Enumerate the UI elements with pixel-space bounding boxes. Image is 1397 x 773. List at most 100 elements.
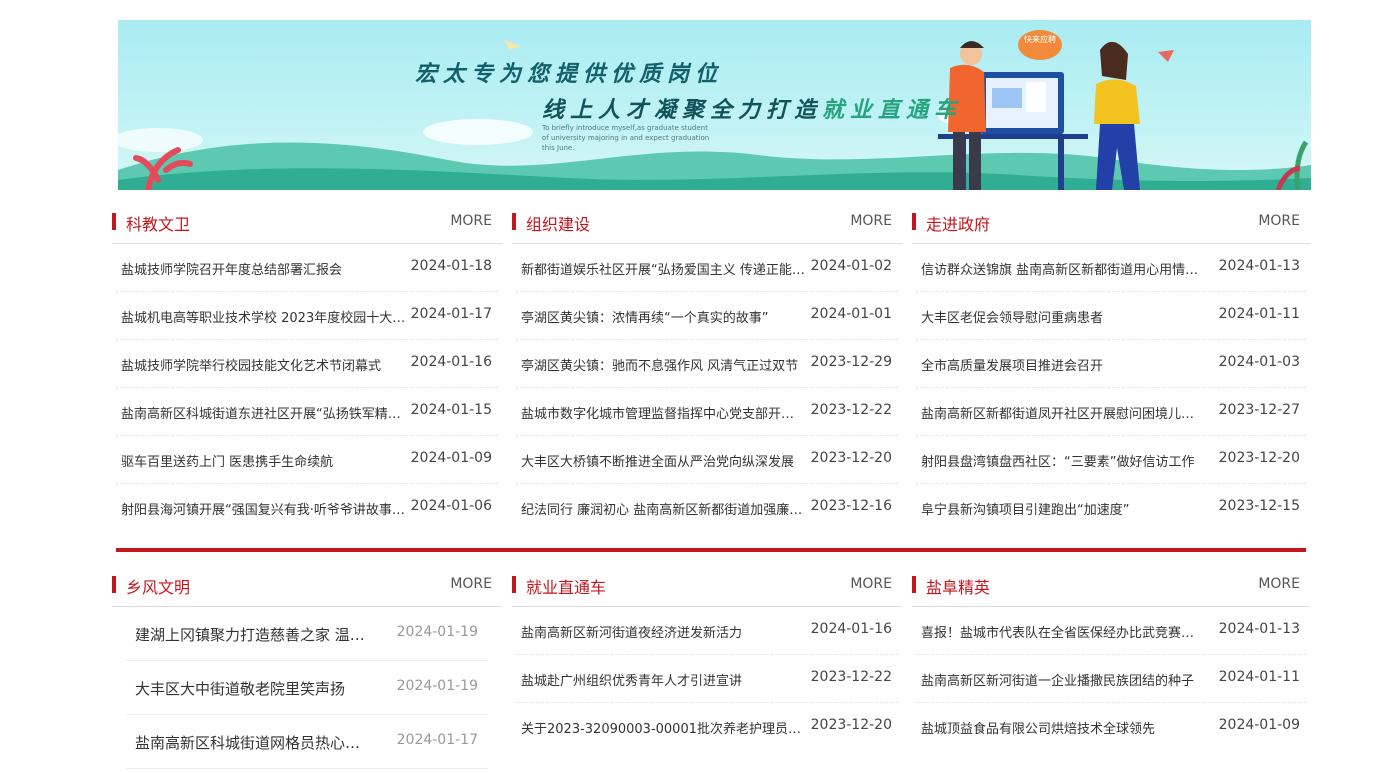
news-item[interactable]: 射阳县盘湾镇盘西社区：“三要素”做好信访工作 2023-12-20: [916, 436, 1306, 484]
news-item[interactable]: 盐南高新区新都街道凤开社区开展慰问困境儿童活动 2023-12-27: [916, 388, 1306, 436]
news-title[interactable]: 喜报！盐城市代表队在全省医保经办比武竞赛中获佳绩: [921, 622, 1207, 641]
more-link[interactable]: MORE: [1258, 213, 1300, 229]
banner-headline: 宏太专为您提供优质岗位: [415, 61, 724, 87]
news-item[interactable]: 盐南高新区新河街道夜经济迸发新活力 2024-01-16: [516, 607, 898, 655]
news-date: 2024-01-13: [1218, 621, 1300, 637]
section-title: 科教文卫: [126, 215, 191, 234]
news-item[interactable]: 盐城技师学院举行校园技能文化艺术节闭幕式 2024-01-16: [116, 340, 498, 388]
news-title[interactable]: 亭湖区黄尖镇：浓情再续“一个真实的故事”: [521, 307, 807, 326]
news-date: 2023-12-15: [1218, 498, 1300, 514]
more-link[interactable]: MORE: [850, 213, 892, 229]
news-title[interactable]: 盐城技师学院举行校园技能文化艺术节闭幕式: [121, 355, 407, 374]
news-title[interactable]: 全市高质量发展项目推进会召开: [921, 355, 1207, 374]
news-item[interactable]: 盐南高新区科城街道东进社区开展“弘扬铁军精神”活动 2024-01-15: [116, 388, 498, 436]
news-date: 2024-01-15: [410, 402, 492, 418]
news-item[interactable]: 盐城赴广州组织优秀青年人才引进宣讲 2023-12-22: [516, 655, 898, 703]
news-title[interactable]: 关于2023-32090003-00001批次养老护理员职业技能等级认定结果的公…: [521, 718, 807, 737]
news-title[interactable]: 纪法同行 廉润初心 盐南高新区新都街道加强廉政教育: [521, 499, 807, 518]
news-date: 2023-12-16: [810, 498, 892, 514]
news-title[interactable]: 盐南高新区新都街道凤开社区开展慰问困境儿童活动: [921, 403, 1207, 422]
news-date: 2024-01-17: [396, 732, 478, 748]
news-item[interactable]: 亭湖区黄尖镇：浓情再续“一个真实的故事” 2024-01-01: [516, 292, 898, 340]
section-title: 盐阜精英: [926, 578, 991, 597]
news-item[interactable]: 新都街道娱乐社区开展“弘扬爱国主义 传递正能量”活动 2024-01-02: [516, 244, 898, 292]
news-title[interactable]: 盐南高新区新河街道夜经济迸发新活力: [521, 622, 807, 641]
section-header: 走进政府 MORE: [912, 208, 1310, 244]
news-title[interactable]: 阜宁县新沟镇项目引建跑出“加速度”: [921, 499, 1207, 518]
section-title: 就业直通车: [526, 578, 607, 597]
news-date: 2024-01-01: [810, 306, 892, 322]
news-item[interactable]: 亭湖区黄尖镇：驰而不息强作风 风清气正过双节 2023-12-29: [516, 340, 898, 388]
news-title[interactable]: 射阳县盘湾镇盘西社区：“三要素”做好信访工作: [921, 451, 1207, 470]
news-item[interactable]: 关于2023-32090003-00001批次养老护理员职业技能等级认定结果的公…: [516, 703, 898, 751]
news-date: 2024-01-03: [1218, 354, 1300, 370]
news-date: 2024-01-18: [410, 258, 492, 274]
section-title: 乡风文明: [126, 578, 191, 597]
more-link[interactable]: MORE: [1258, 576, 1300, 592]
news-item[interactable]: 喜报！盐城市代表队在全省医保经办比武竞赛中获佳绩 2024-01-13: [916, 607, 1306, 655]
news-item[interactable]: 建湖上冈镇聚力打造慈善之家 温暖人心 2024-01-19: [126, 607, 488, 661]
news-date: 2023-12-20: [810, 450, 892, 466]
banner-subheadline-main: 线上人才凝聚全力打造: [542, 97, 823, 123]
news-list: 新都街道娱乐社区开展“弘扬爱国主义 传递正能量”活动 2024-01-02 亭湖区…: [512, 244, 902, 532]
news-title[interactable]: 盐南高新区科城街道东进社区开展“弘扬铁军精神”活动: [121, 403, 407, 422]
section-science-education: 科教文卫 MORE 盐城技师学院召开年度总结部署汇报会 2024-01-18 盐城…: [112, 208, 502, 532]
news-item[interactable]: 盐城技师学院召开年度总结部署汇报会 2024-01-18: [116, 244, 498, 292]
news-title[interactable]: 盐南高新区新河街道一企业播撒民族团结的种子: [921, 670, 1207, 689]
more-link[interactable]: MORE: [450, 576, 492, 592]
news-title[interactable]: 盐城顶益食品有限公司烘焙技术全球领先: [921, 718, 1207, 737]
news-title[interactable]: 盐城市数字化城市管理监督指挥中心党支部开展主题党日活动: [521, 403, 807, 422]
news-title[interactable]: 驱车百里送药上门 医患携手生命续航: [121, 451, 407, 470]
news-title[interactable]: 盐南高新区科城街道网格员热心帮扶: [135, 732, 367, 753]
section-title: 组织建设: [526, 215, 591, 234]
news-item[interactable]: 射阳县海河镇开展“强国复兴有我·听爷爷讲故事”活动 2024-01-06: [116, 484, 498, 532]
news-item[interactable]: 信访群众送锦旗 盐南高新区新都街道用心用情解民忧 2024-01-13: [916, 244, 1306, 292]
news-item[interactable]: 盐南高新区科城街道网格员热心帮扶 2024-01-17: [126, 715, 488, 769]
news-title[interactable]: 新都街道娱乐社区开展“弘扬爱国主义 传递正能量”活动: [521, 259, 807, 278]
section-rural-civilization: 乡风文明 MORE 建湖上冈镇聚力打造慈善之家 温暖人心 2024-01-19 大…: [112, 571, 502, 769]
banner-subheadline-highlight: 就业直通车: [822, 97, 963, 123]
news-item[interactable]: 大丰区大中街道敬老院里笑声扬 2024-01-19: [126, 661, 488, 715]
news-title[interactable]: 大丰区大中街道敬老院里笑声扬: [135, 678, 367, 699]
news-title[interactable]: 建湖上冈镇聚力打造慈善之家 温暖人心: [135, 624, 367, 645]
news-item[interactable]: 驱车百里送药上门 医患携手生命续航 2024-01-09: [116, 436, 498, 484]
news-date: 2024-01-02: [810, 258, 892, 274]
news-title[interactable]: 盐城赴广州组织优秀青年人才引进宣讲: [521, 670, 807, 689]
news-item[interactable]: 盐城机电高等职业技术学校 2023年度校园十大新闻 2024-01-17: [116, 292, 498, 340]
news-date: 2024-01-13: [1218, 258, 1300, 274]
news-item[interactable]: 大丰区大桥镇不断推进全面从严治党向纵深发展 2023-12-20: [516, 436, 898, 484]
news-date: 2023-12-22: [810, 402, 892, 418]
news-item[interactable]: 盐城市数字化城市管理监督指挥中心党支部开展主题党日活动2023-12-22: [516, 388, 898, 436]
news-item[interactable]: 大丰区老促会领导慰问重病患者 2024-01-11: [916, 292, 1306, 340]
section-header: 就业直通车 MORE: [512, 571, 902, 607]
section-header: 盐阜精英 MORE: [912, 571, 1310, 607]
recruitment-banner[interactable]: 宏太专为您提供优质岗位 线上人才凝聚全力打造就业直通车 To briefly i…: [118, 20, 1311, 190]
section-government: 走进政府 MORE 信访群众送锦旗 盐南高新区新都街道用心用情解民忧 2024-0…: [912, 208, 1310, 532]
news-item[interactable]: 盐南高新区新河街道一企业播撒民族团结的种子 2024-01-11: [916, 655, 1306, 703]
news-date: 2024-01-16: [410, 354, 492, 370]
section-accent-bar: [112, 213, 116, 230]
more-link[interactable]: MORE: [850, 576, 892, 592]
news-item[interactable]: 全市高质量发展项目推进会召开 2024-01-03: [916, 340, 1306, 388]
news-item[interactable]: 纪法同行 廉润初心 盐南高新区新都街道加强廉政教育 2023-12-16: [516, 484, 898, 532]
news-title[interactable]: 信访群众送锦旗 盐南高新区新都街道用心用情解民忧: [921, 259, 1207, 278]
banner-subheadline: 线上人才凝聚全力打造就业直通车: [542, 92, 962, 124]
news-title[interactable]: 大丰区大桥镇不断推进全面从严治党向纵深发展: [521, 451, 807, 470]
news-item[interactable]: 盐城顶益食品有限公司烘焙技术全球领先 2024-01-09: [916, 703, 1306, 751]
news-date: 2023-12-20: [1218, 450, 1300, 466]
more-link[interactable]: MORE: [450, 213, 492, 229]
news-title[interactable]: 盐城机电高等职业技术学校 2023年度校园十大新闻: [121, 307, 407, 326]
section-organization: 组织建设 MORE 新都街道娱乐社区开展“弘扬爱国主义 传递正能量”活动 2024…: [512, 208, 902, 532]
section-accent-bar: [512, 213, 516, 230]
news-item[interactable]: 阜宁县新沟镇项目引建跑出“加速度” 2023-12-15: [916, 484, 1306, 532]
news-date: 2024-01-11: [1218, 306, 1300, 322]
news-title[interactable]: 射阳县海河镇开展“强国复兴有我·听爷爷讲故事”活动: [121, 499, 407, 518]
news-list: 信访群众送锦旗 盐南高新区新都街道用心用情解民忧 2024-01-13 大丰区老促…: [912, 244, 1310, 532]
news-title[interactable]: 大丰区老促会领导慰问重病患者: [921, 307, 1207, 326]
news-list: 喜报！盐城市代表队在全省医保经办比武竞赛中获佳绩 2024-01-13 盐南高新区…: [912, 607, 1310, 751]
news-date: 2024-01-09: [1218, 717, 1300, 733]
news-title[interactable]: 亭湖区黄尖镇：驰而不息强作风 风清气正过双节: [521, 355, 807, 374]
news-title[interactable]: 盐城技师学院召开年度总结部署汇报会: [121, 259, 407, 278]
section-elites: 盐阜精英 MORE 喜报！盐城市代表队在全省医保经办比武竞赛中获佳绩 2024-0…: [912, 571, 1310, 751]
news-date: 2023-12-29: [810, 354, 892, 370]
